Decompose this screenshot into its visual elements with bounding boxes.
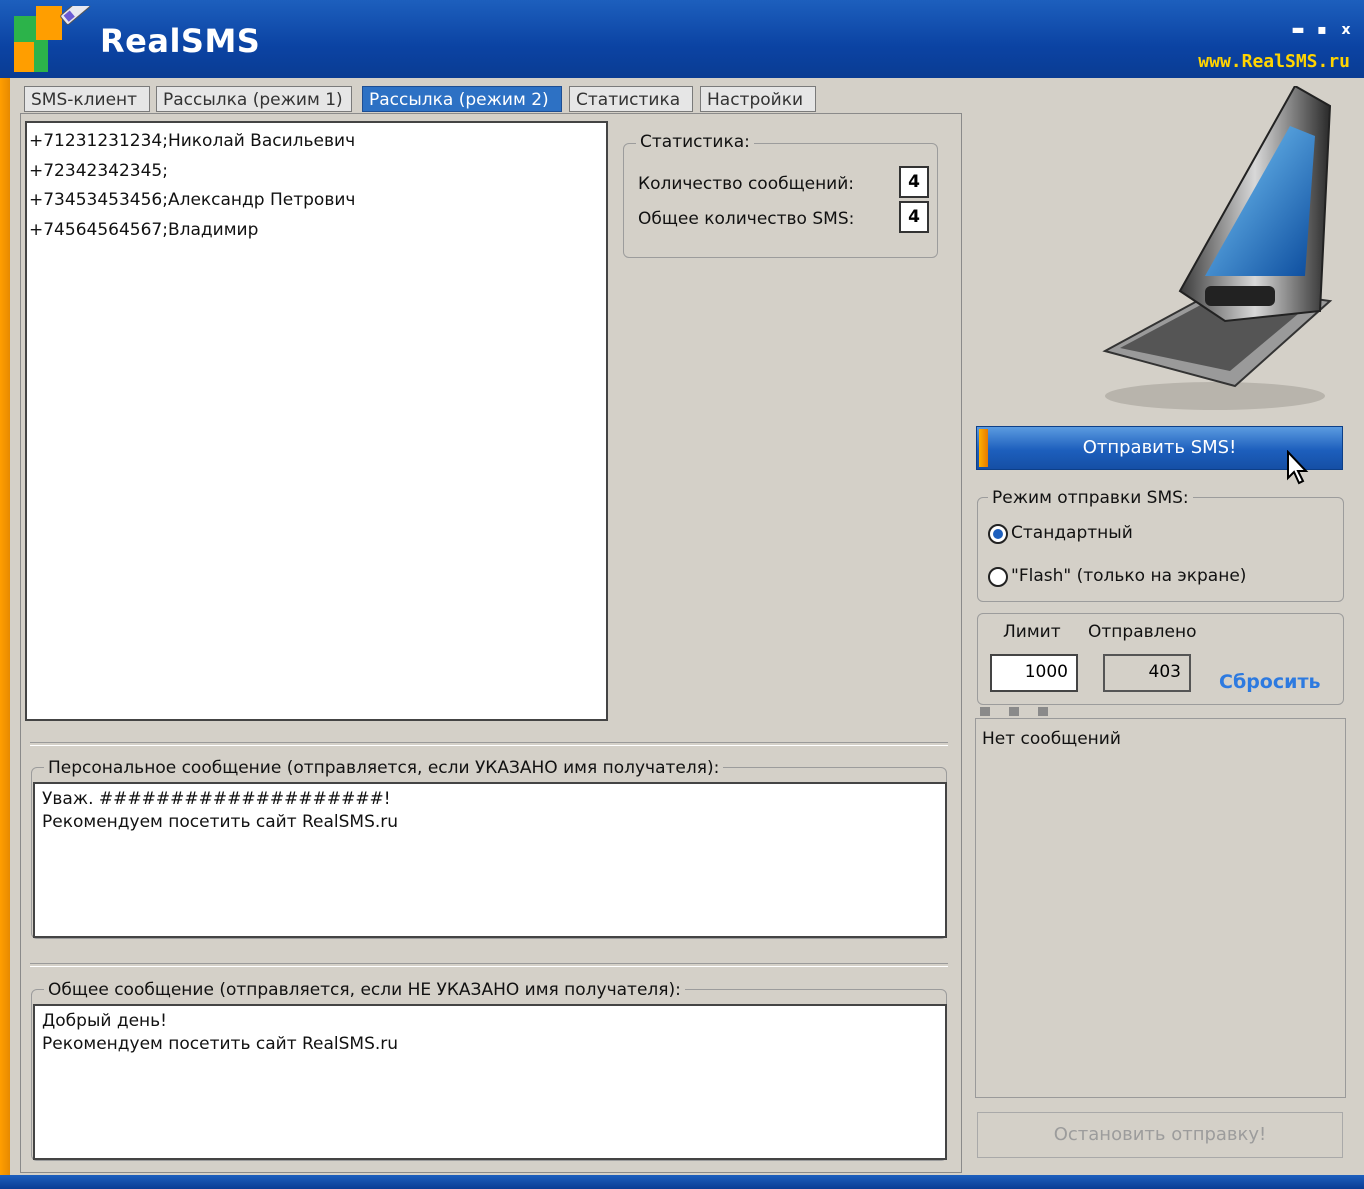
list-item[interactable]: +72342342345; [29,157,604,187]
tab-mailing-mode-1[interactable]: Рассылка (режим 1) [156,86,352,112]
tab-settings[interactable]: Настройки [700,86,816,112]
limit-input[interactable]: 1000 [990,654,1078,692]
splitter-grip[interactable] [980,707,990,716]
reset-link[interactable]: Сбросить [1219,671,1320,693]
app-logo-icon [14,6,91,72]
tab-sms-client[interactable]: SMS-клиент [24,86,150,112]
messages-count-label: Количество сообщений: [638,174,855,194]
common-message-title: Общее сообщение (отправляется, если НЕ У… [44,980,685,1000]
list-item[interactable]: +73453453456;Александр Петрович [29,186,604,216]
radio-standard-label[interactable]: Стандартный [1011,523,1133,543]
list-item[interactable]: +74564564567;Владимир [29,216,604,246]
log-panel: Нет сообщений [975,718,1346,1098]
list-item[interactable]: +71231231234;Николай Васильевич [29,127,604,157]
send-mode-group [977,497,1344,602]
splitter-grip[interactable] [1009,707,1019,716]
maximize-button[interactable]: ▪ [1314,22,1330,38]
radio-flash[interactable] [988,567,1008,587]
minimize-button[interactable]: ▬ [1290,22,1306,38]
sms-count-value: 4 [899,201,929,233]
app-window: RealSMS ▬ ▪ x www.RealSMS.ru SMS-клиент … [0,0,1364,1189]
sms-count-label: Общее количество SMS: [638,209,855,229]
stats-title: Статистика: [636,132,754,152]
log-text: Нет сообщений [982,729,1121,749]
window-frame-bottom [0,1175,1364,1189]
divider [30,963,948,967]
send-mode-title: Режим отправки SMS: [988,488,1193,508]
divider [30,742,948,746]
personal-message-title: Персональное сообщение (отправляется, ес… [44,758,724,778]
window-frame-left [0,78,10,1189]
common-message-textarea[interactable]: Добрый день! Рекомендуем посетить сайт R… [33,1004,947,1160]
messages-count-value: 4 [899,166,929,198]
site-link[interactable]: www.RealSMS.ru [1198,51,1350,72]
close-button[interactable]: x [1338,22,1354,38]
radio-standard[interactable] [988,524,1008,544]
stats-group [623,143,938,258]
limit-label: Лимит [1003,622,1061,642]
mouse-pointer-icon [1287,450,1309,485]
stop-sending-button[interactable]: Остановить отправку! [977,1112,1343,1158]
button-accent [979,429,988,467]
personal-message-textarea[interactable]: Уваж. ####################! Рекомендуем … [33,782,947,938]
splitter-grip[interactable] [1038,707,1048,716]
sent-count-field: 403 [1103,654,1191,692]
title-bar[interactable]: RealSMS ▬ ▪ x www.RealSMS.ru [0,0,1364,78]
tab-mailing-mode-2[interactable]: Рассылка (режим 2) [362,86,562,112]
sent-label: Отправлено [1088,622,1197,642]
radio-flash-label[interactable]: "Flash" (только на экране) [1011,566,1246,586]
tab-statistics[interactable]: Статистика [569,86,693,112]
app-title: RealSMS [100,22,261,60]
recipient-list[interactable]: +71231231234;Николай Васильевич +7234234… [25,121,608,721]
phone-illustration [1102,86,1333,410]
send-sms-label: Отправить SMS! [1082,437,1237,458]
